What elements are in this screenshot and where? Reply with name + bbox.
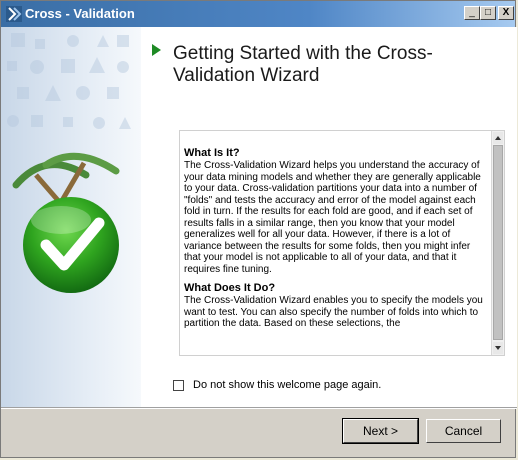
cancel-button[interactable]: Cancel <box>426 419 501 443</box>
section-heading-what-is-it: What Is It? <box>184 147 240 159</box>
info-panel: What Is It? The Cross-Validation Wizard … <box>179 130 505 356</box>
wizard-window: Cross - Validation _ □ X Getting Started… <box>0 0 517 458</box>
scroll-up-icon[interactable] <box>493 132 503 144</box>
app-icon <box>6 6 22 22</box>
checkmark-icon <box>12 152 120 293</box>
dont-show-checkbox-label[interactable]: Do not show this welcome page again. <box>193 379 381 392</box>
footer-divider <box>1 407 517 409</box>
vertical-scrollbar[interactable] <box>491 131 504 355</box>
close-button[interactable]: X <box>498 6 514 20</box>
maximize-button[interactable]: □ <box>480 6 496 20</box>
scroll-thumb[interactable] <box>493 145 503 340</box>
wizard-content: Getting Started with the Cross-Validatio… <box>1 27 517 407</box>
next-button[interactable]: Next > <box>342 418 419 444</box>
section-heading-what-does-it-do: What Does It Do? <box>184 282 276 294</box>
header-arrow-icon <box>152 44 161 56</box>
window-title: Cross - Validation <box>25 6 135 21</box>
minimize-button[interactable]: _ <box>464 6 480 20</box>
dont-show-checkbox[interactable] <box>173 380 184 391</box>
info-text: What Is It? The Cross-Validation Wizard … <box>184 147 484 351</box>
section-body-what-is-it: The Cross-Validation Wizard helps you un… <box>184 160 481 275</box>
scroll-down-icon[interactable] <box>493 342 503 354</box>
side-panel <box>1 27 141 407</box>
page-title: Getting Started with the Cross-Validatio… <box>173 43 433 86</box>
section-body-what-does-it-do: The Cross-Validation Wizard enables you … <box>184 295 483 329</box>
title-bar[interactable]: Cross - Validation _ □ X <box>1 1 515 27</box>
